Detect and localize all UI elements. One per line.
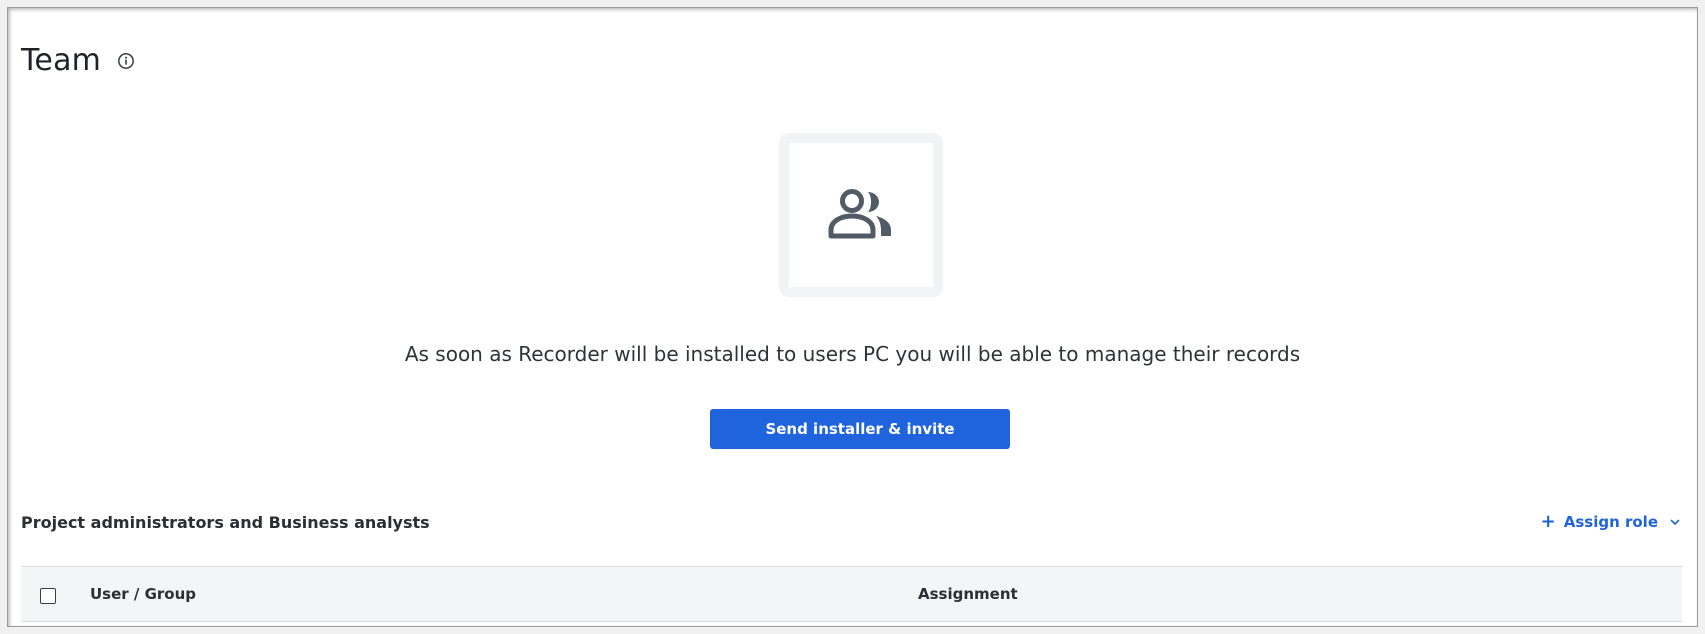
assign-role-label: Assign role [1563,513,1658,531]
table-header: User / Group Assignment [21,566,1682,622]
select-all-checkbox[interactable] [40,588,56,604]
section-title: Project administrators and Business anal… [21,513,430,532]
assign-role-button[interactable]: + Assign role [1541,513,1680,531]
send-installer-invite-button[interactable]: Send installer & invite [710,409,1010,449]
plus-icon: + [1540,511,1556,532]
column-header-assignment[interactable]: Assignment [918,585,1018,603]
team-page: Team As soon as Recorder will be install… [15,13,1690,622]
info-icon[interactable] [117,52,135,70]
column-header-user-group[interactable]: User / Group [90,585,196,603]
page-header: Team [21,43,135,78]
empty-state-message: As soon as Recorder will be installed to… [404,342,1301,366]
empty-state-illustration [779,133,943,297]
chevron-down-icon [1670,515,1680,529]
window-frame: Team As soon as Recorder will be install… [0,0,1705,634]
page-title: Team [21,43,102,78]
users-icon [828,187,894,243]
